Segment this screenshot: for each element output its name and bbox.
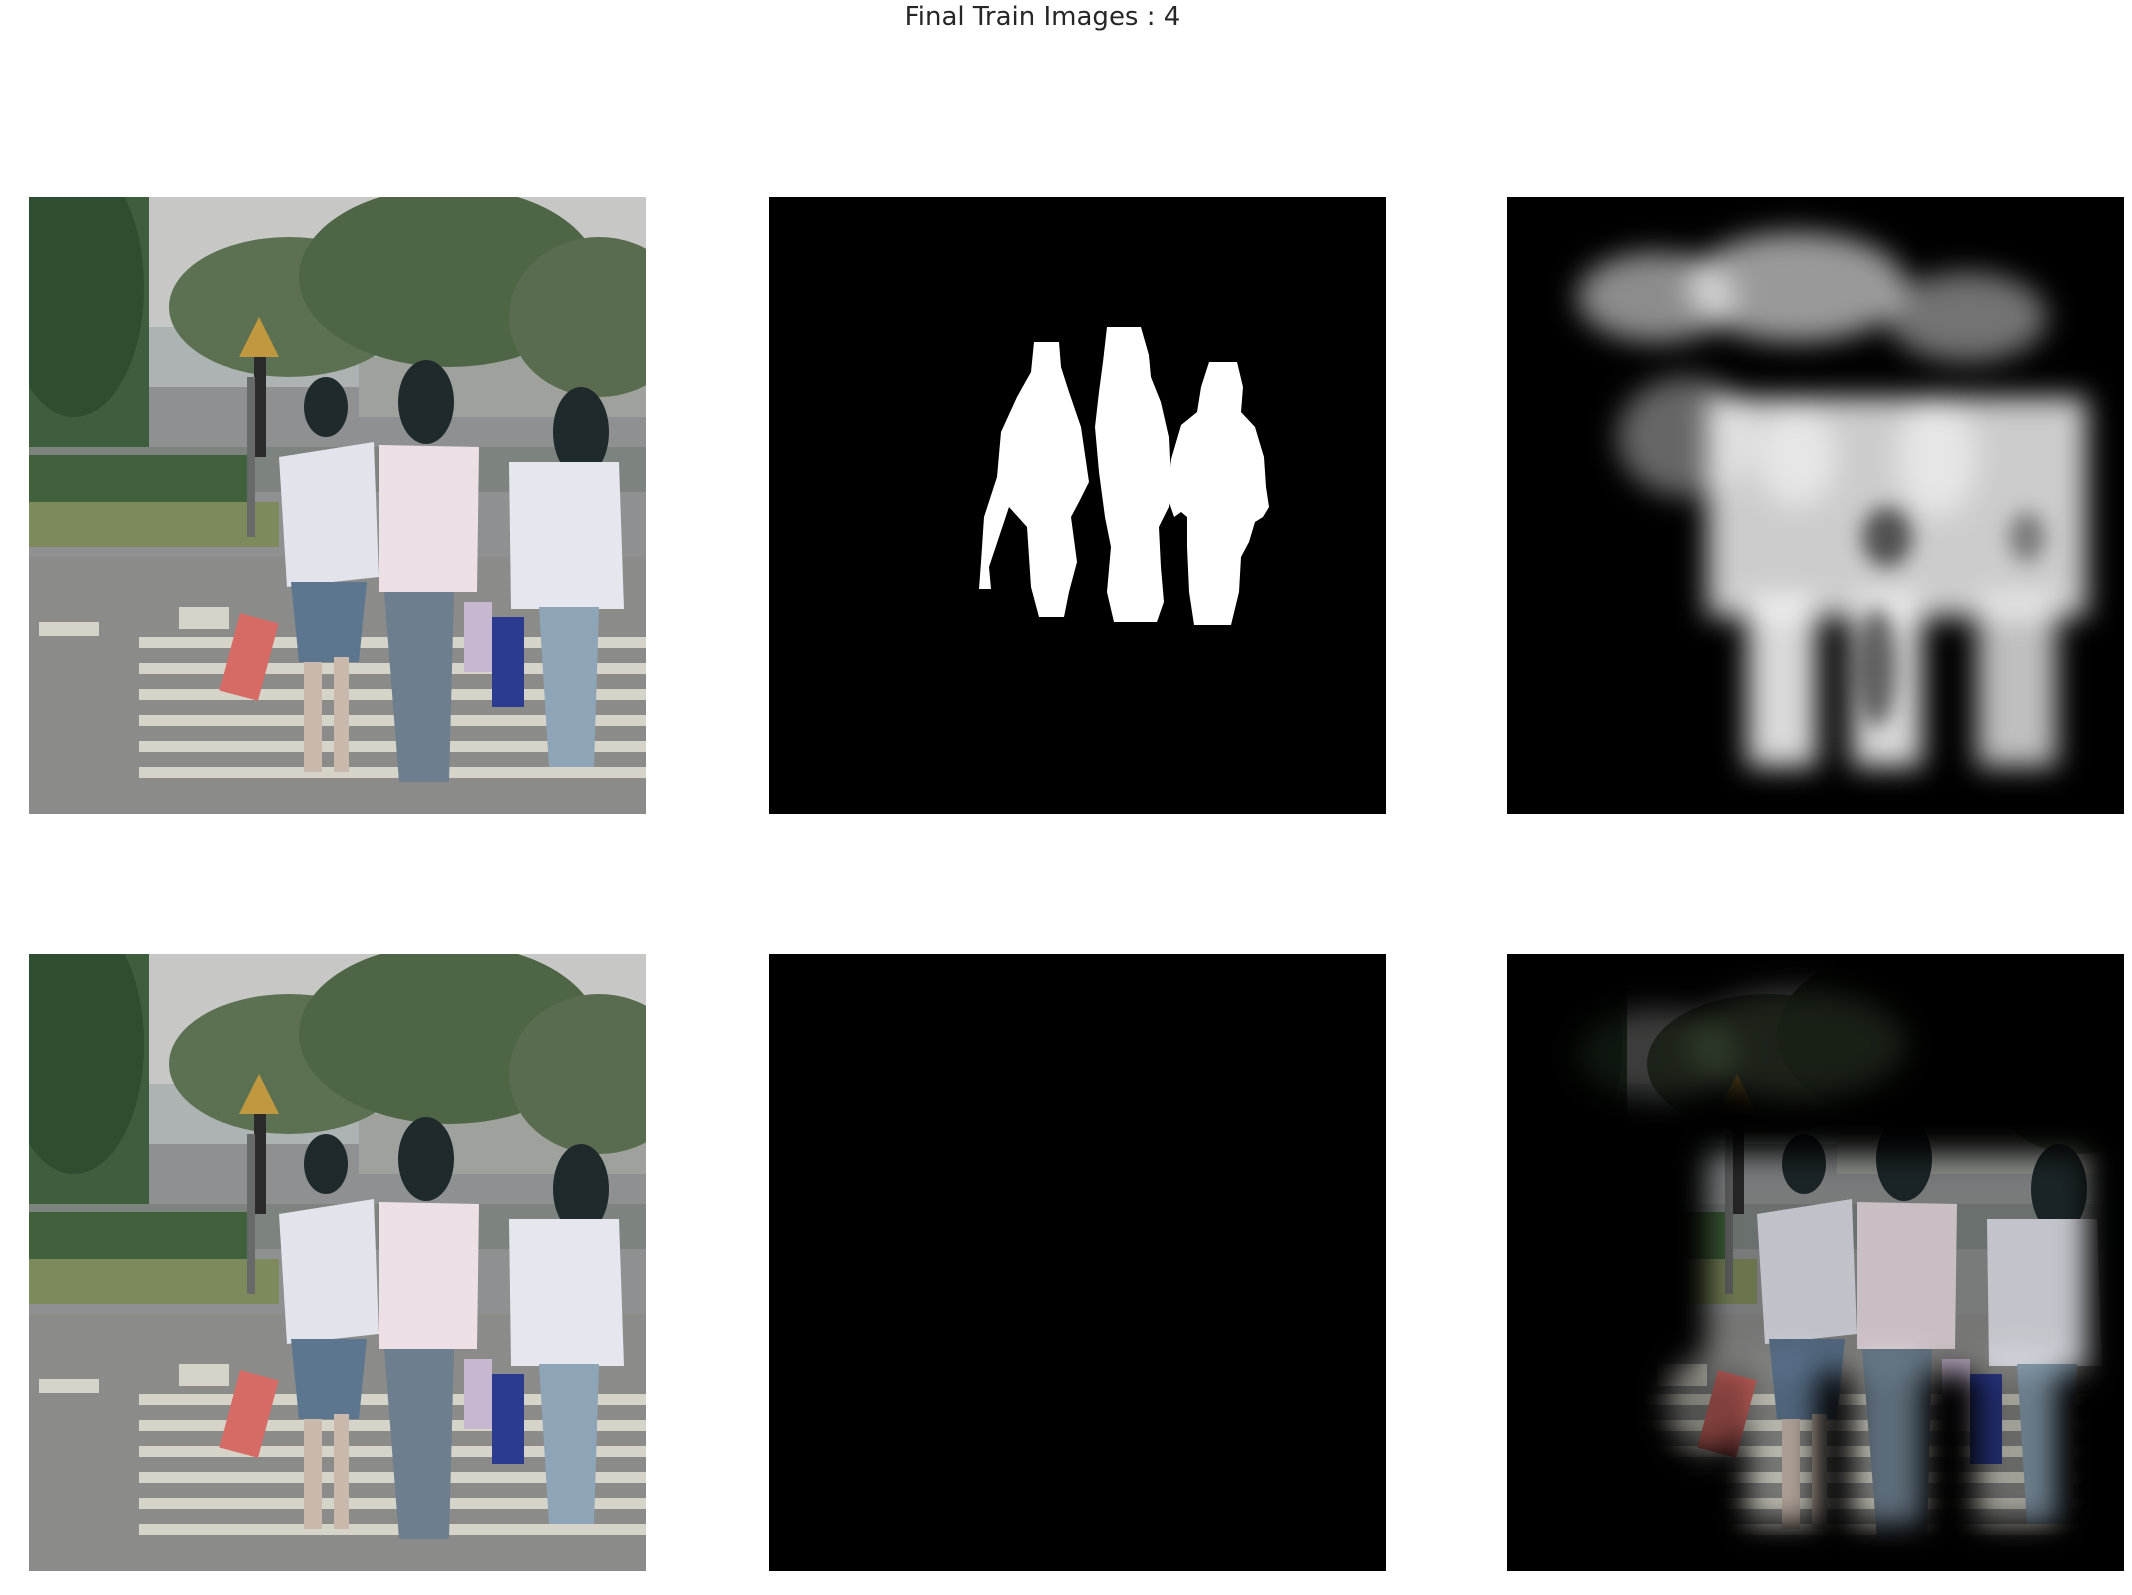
predicted-mask xyxy=(1507,197,2124,814)
input-image-row2 xyxy=(29,954,646,1571)
ground-truth-mask xyxy=(769,197,1386,814)
ground-truth-masked-image xyxy=(769,954,1386,1571)
figure-title: Final Train Images : 4 xyxy=(904,2,1181,32)
input-image-row1 xyxy=(29,197,646,814)
predicted-masked-image xyxy=(1507,954,2124,1571)
